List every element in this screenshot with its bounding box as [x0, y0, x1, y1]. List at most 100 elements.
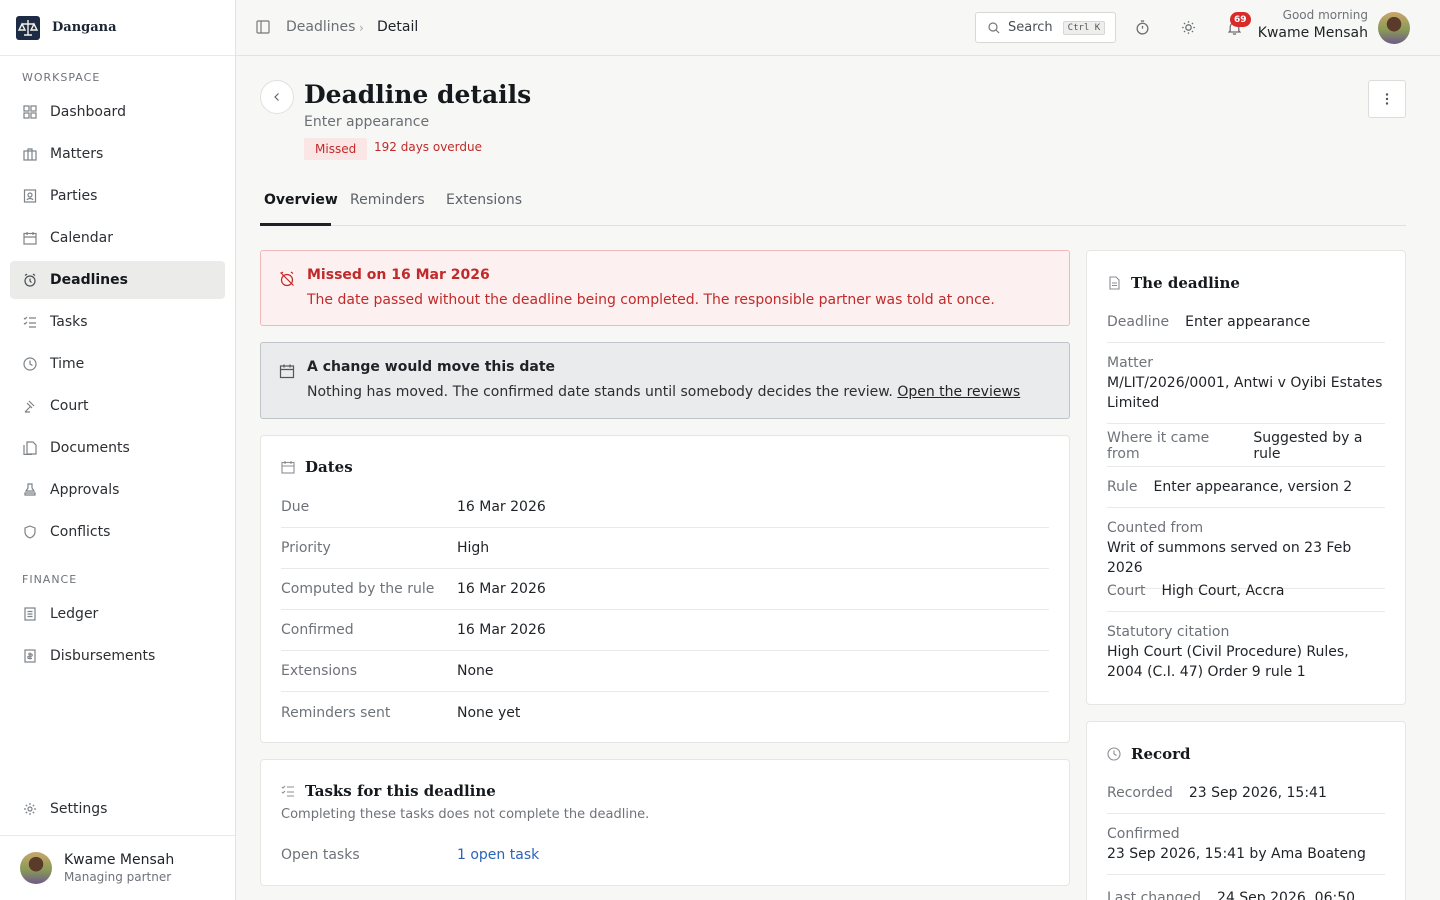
alarm-clock-icon — [22, 272, 38, 288]
checklist-icon — [22, 314, 38, 330]
avatar — [20, 852, 52, 884]
sidebar-user-name: Kwame Mensah — [64, 852, 175, 868]
tasks-card-note: Completing these tasks does not complete… — [281, 807, 650, 822]
row-label: Matter — [1107, 355, 1154, 371]
page-subtitle: Enter appearance — [304, 114, 430, 130]
ledger-icon — [22, 606, 38, 622]
sun-icon[interactable] — [1181, 20, 1197, 36]
table-row: Due 16 Mar 2026 — [281, 487, 1049, 528]
rule-row: Rule Enter appearance, version 2 — [1107, 467, 1385, 508]
row-value: High — [457, 540, 490, 556]
gear-icon — [22, 801, 38, 817]
sidebar-item-calendar[interactable]: Calendar — [10, 219, 225, 257]
sidebar-item-documents[interactable]: Documents — [10, 429, 225, 467]
sidebar-item-label: Dashboard — [50, 104, 126, 120]
deadline-info-card: The deadline Deadline Enter appearance Ma… — [1086, 250, 1406, 705]
row-label: Open tasks — [281, 846, 360, 863]
sidebar-toggle-icon[interactable] — [256, 20, 270, 34]
row-value: Enter appearance — [1185, 314, 1311, 330]
tab-reminders[interactable]: Reminders — [350, 192, 425, 208]
tab-extensions[interactable]: Extensions — [446, 192, 522, 208]
document-icon — [1107, 275, 1123, 291]
search-shortcut: Ctrl K — [1062, 20, 1106, 35]
table-row: Priority High — [281, 528, 1049, 569]
greeting: Good morning Kwame Mensah — [1258, 8, 1368, 41]
table-row: Computed by the rule 16 Mar 2026 — [281, 569, 1049, 610]
row-label: Confirmed — [281, 622, 354, 638]
briefcase-icon — [22, 146, 38, 162]
sidebar-user[interactable]: Kwame Mensah Managing partner — [0, 835, 235, 900]
court-row: Court High Court, Accra — [1107, 571, 1385, 612]
timer-icon[interactable] — [1135, 20, 1151, 36]
topbar: Deadlines › Detail Search Ctrl K 69 Good… — [236, 0, 1440, 56]
search-icon — [988, 21, 1000, 34]
receipt-icon — [22, 648, 38, 664]
shield-icon — [22, 524, 38, 540]
last-changed-row: Last changed 24 Sep 2026, 06:50 — [1107, 877, 1385, 900]
change-alert-title: A change would move this date — [307, 359, 556, 375]
row-label: Computed by the rule — [281, 581, 435, 597]
row-label: Court — [1107, 583, 1146, 599]
back-button[interactable] — [260, 80, 294, 114]
row-value: High Court (Civil Procedure) Rules, 2004… — [1107, 644, 1349, 680]
contact-card-icon — [22, 188, 38, 204]
sidebar-item-disbursements[interactable]: Disbursements — [10, 637, 225, 675]
sidebar-item-matters[interactable]: Matters — [10, 135, 225, 173]
open-reviews-link[interactable]: Open the reviews — [897, 384, 1020, 400]
sidebar-item-court[interactable]: Court — [10, 387, 225, 425]
sidebar-item-label: Court — [50, 398, 89, 414]
section-label-finance: FINANCE — [22, 573, 78, 586]
sidebar-item-label: Approvals — [50, 482, 120, 498]
sidebar-item-deadlines[interactable]: Deadlines — [10, 261, 225, 299]
sidebar-item-label: Settings — [50, 801, 108, 817]
sidebar-item-label: Calendar — [50, 230, 113, 246]
change-alert-body: Nothing has moved. The confirmed date st… — [307, 384, 1020, 400]
row-label: Statutory citation — [1107, 624, 1230, 640]
table-row: Reminders sent None yet — [281, 692, 1049, 733]
confirmed-row: Confirmed 23 Sep 2026, 15:41 by Ama Boate… — [1107, 814, 1385, 875]
grid-icon — [22, 104, 38, 120]
dates-card: Dates Due 16 Mar 2026 Priority High Comput… — [260, 435, 1070, 743]
notification-badge: 69 — [1230, 12, 1251, 27]
more-options-button[interactable] — [1368, 80, 1406, 118]
sidebar-item-dashboard[interactable]: Dashboard — [10, 93, 225, 131]
row-value: 24 Sep 2026, 06:50 — [1217, 889, 1356, 900]
active-tab-indicator — [260, 223, 331, 226]
record-card: Record Recorded 23 Sep 2026, 15:41 Confir… — [1086, 721, 1406, 900]
tasks-card: Tasks for this deadline Completing these… — [260, 759, 1070, 886]
scales-logo-icon — [14, 14, 42, 42]
user-avatar[interactable] — [1378, 12, 1410, 44]
search-button[interactable]: Search Ctrl K — [975, 12, 1116, 43]
sidebar-item-parties[interactable]: Parties — [10, 177, 225, 215]
table-row: Open tasks 1 open task — [281, 834, 1049, 875]
sidebar-item-time[interactable]: Time — [10, 345, 225, 383]
sidebar: Dangana WORKSPACE Dashboard Matters Part… — [0, 0, 236, 900]
alarm-off-icon — [279, 271, 295, 287]
tab-overview[interactable]: Overview — [264, 192, 338, 208]
missed-alert-body: The date passed without the deadline bei… — [307, 292, 995, 308]
gavel-icon — [22, 398, 38, 414]
chevron-left-icon — [272, 92, 282, 102]
deadline-row: Deadline Enter appearance — [1107, 302, 1385, 343]
clock-icon — [22, 356, 38, 372]
row-value: None yet — [457, 704, 521, 721]
brand-name: Dangana — [52, 20, 117, 35]
sidebar-item-tasks[interactable]: Tasks — [10, 303, 225, 341]
dates-card-title: Dates — [305, 458, 353, 476]
brand[interactable]: Dangana — [0, 0, 235, 56]
sidebar-item-ledger[interactable]: Ledger — [10, 595, 225, 633]
sidebar-item-conflicts[interactable]: Conflicts — [10, 513, 225, 551]
sidebar-item-approvals[interactable]: Approvals — [10, 471, 225, 509]
sidebar-item-settings[interactable]: Settings — [10, 790, 225, 828]
greeting-text: Good morning — [1282, 8, 1368, 22]
sidebar-user-role: Managing partner — [64, 870, 172, 884]
row-label: Priority — [281, 540, 331, 556]
row-value: 16 Mar 2026 — [457, 622, 546, 638]
open-tasks-link[interactable]: 1 open task — [457, 847, 539, 863]
table-row: Extensions None — [281, 651, 1049, 692]
breadcrumb-deadlines[interactable]: Deadlines — [286, 19, 355, 35]
matter-row: Matter M/LIT/2026/0001, Antwi v Oyibi Est… — [1107, 343, 1385, 424]
row-value: Suggested by a rule — [1253, 430, 1363, 462]
calendar-icon — [281, 459, 297, 475]
recorded-row: Recorded 23 Sep 2026, 15:41 — [1107, 773, 1385, 814]
